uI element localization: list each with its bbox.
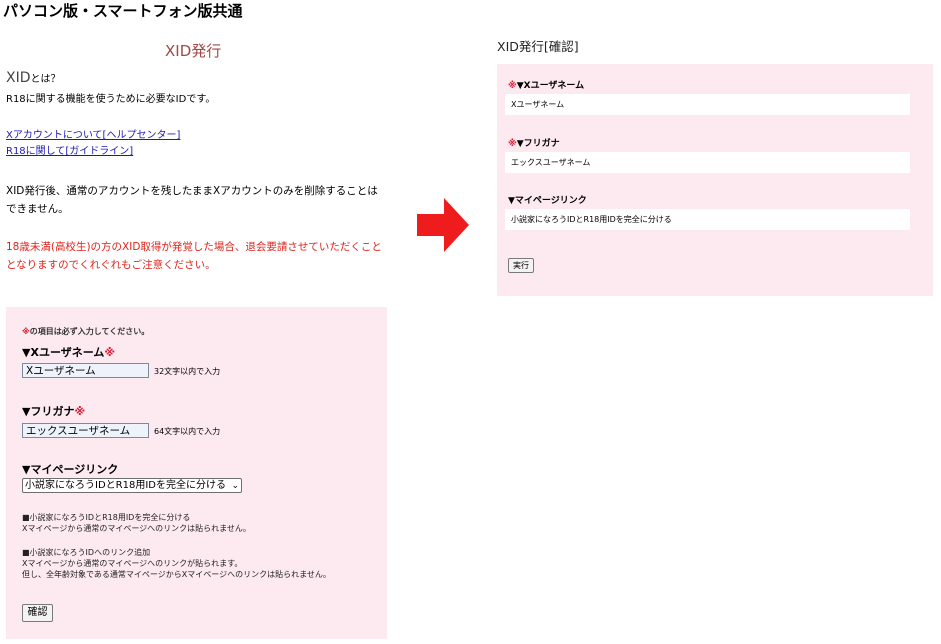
mypage-link-select[interactable]: 小説家になろうIDとR18用IDを完全に分ける ⌄ bbox=[22, 478, 242, 493]
confirm-panel: ※▼Xユーザネーム Xユーザネーム ※▼フリガナ エックスユーザネーム ▼マイペ… bbox=[497, 64, 933, 296]
confirm-furigana-value: エックスユーザネーム bbox=[505, 152, 910, 173]
confirm-furigana-label-text: ▼フリガナ bbox=[516, 139, 560, 149]
execute-button[interactable]: 実行 bbox=[508, 258, 534, 273]
help-link-add-title: ■小説家になろうIDへのリンク追加 bbox=[22, 548, 151, 557]
help-links: Xアカウントについて[ヘルプセンター] R18に関して[ガイドライン] bbox=[6, 128, 180, 160]
furigana-label: ▼フリガナ※ bbox=[22, 403, 85, 419]
confirm-mypage-label: ▼マイページリンク bbox=[508, 196, 587, 206]
confirm-button[interactable]: 確認 bbox=[22, 604, 53, 622]
xid-issue-title: XID発行 bbox=[165, 42, 222, 60]
help-separate-line: Xマイページから通常のマイページへのリンクは貼られません。 bbox=[22, 524, 251, 533]
help-separate-title: ■小説家になろうIDとR18用IDを完全に分ける bbox=[22, 513, 191, 522]
what-is-xid-suffix: とは？ bbox=[30, 74, 61, 85]
help-link-add-line1: Xマイページから通常のマイページへのリンクが貼られます。 bbox=[22, 559, 243, 568]
furigana-hint: 64文字以内で入力 bbox=[154, 427, 221, 436]
required-note: ※の項目は必ず入力してください。 bbox=[22, 326, 149, 337]
mypage-link-selected: 小説家になろうIDとR18用IDを完全に分ける bbox=[25, 480, 226, 491]
confirm-username-label-text: ▼Xユーザネーム bbox=[516, 81, 585, 91]
furigana-input[interactable]: エックスユーザネーム bbox=[22, 423, 149, 438]
confirm-furigana-required-mark: ※ bbox=[508, 139, 517, 149]
what-is-xid-term: XID bbox=[6, 70, 31, 86]
confirm-mypage-value: 小説家になろうIDとR18用IDを完全に分ける bbox=[505, 209, 910, 230]
username-required-mark: ※ bbox=[104, 346, 116, 359]
username-label: ▼Xユーザネーム※ bbox=[22, 344, 115, 360]
help-link-add: ■小説家になろうIDへのリンク追加 Xマイページから通常のマイページへのリンクが… bbox=[22, 547, 331, 580]
help-link-add-line2: 但し、全年齢対象である通常マイページからXマイページへのリンクは貼られません。 bbox=[22, 570, 331, 579]
username-hint: 32文字以内で入力 bbox=[154, 367, 221, 376]
page-heading: パソコン版・スマートフォン版共通 bbox=[3, 2, 243, 20]
confirm-username-value: Xユーザネーム bbox=[505, 94, 910, 115]
mypage-link-label: ▼マイページリンク bbox=[22, 463, 119, 476]
confirm-username-required-mark: ※ bbox=[508, 81, 517, 91]
required-mark: ※ bbox=[22, 327, 30, 336]
x-account-help-link[interactable]: Xアカウントについて[ヘルプセンター] bbox=[6, 128, 180, 144]
username-input[interactable]: Xユーザネーム bbox=[22, 363, 149, 378]
r18-guideline-link[interactable]: R18に関して[ガイドライン] bbox=[6, 144, 180, 160]
delete-notice: XID発行後、通常のアカウントを残したままXアカウントのみを削除することはできま… bbox=[6, 185, 378, 215]
furigana-label-text: ▼フリガナ bbox=[22, 405, 75, 418]
right-arrow-icon bbox=[417, 198, 469, 252]
minor-warning: 18歳未満(高校生)の方のXID取得が発覚した場合、退会要請させていただくことと… bbox=[6, 241, 382, 271]
xid-form-panel: ※の項目は必ず入力してください。 ▼Xユーザネーム※ Xユーザネーム 32文字以… bbox=[6, 307, 387, 639]
page: パソコン版・スマートフォン版共通 XID発行 XIDとは？ R18に関する機能を… bbox=[0, 0, 941, 644]
what-is-xid: XIDとは？ bbox=[6, 71, 61, 87]
chevron-down-icon: ⌄ bbox=[231, 481, 239, 491]
xid-description: R18に関する機能を使うために必要なIDです。 bbox=[6, 94, 216, 105]
right-arrow-shape bbox=[417, 198, 469, 252]
required-note-text: の項目は必ず入力してください。 bbox=[29, 327, 150, 336]
username-label-text: ▼Xユーザネーム bbox=[22, 346, 105, 359]
furigana-required-mark: ※ bbox=[74, 405, 86, 418]
confirm-furigana-label: ※▼フリガナ bbox=[508, 136, 560, 149]
confirm-title: XID発行[確認] bbox=[497, 39, 579, 54]
help-separate: ■小説家になろうIDとR18用IDを完全に分ける Xマイページから通常のマイペー… bbox=[22, 512, 251, 534]
confirm-username-label: ※▼Xユーザネーム bbox=[508, 78, 584, 91]
